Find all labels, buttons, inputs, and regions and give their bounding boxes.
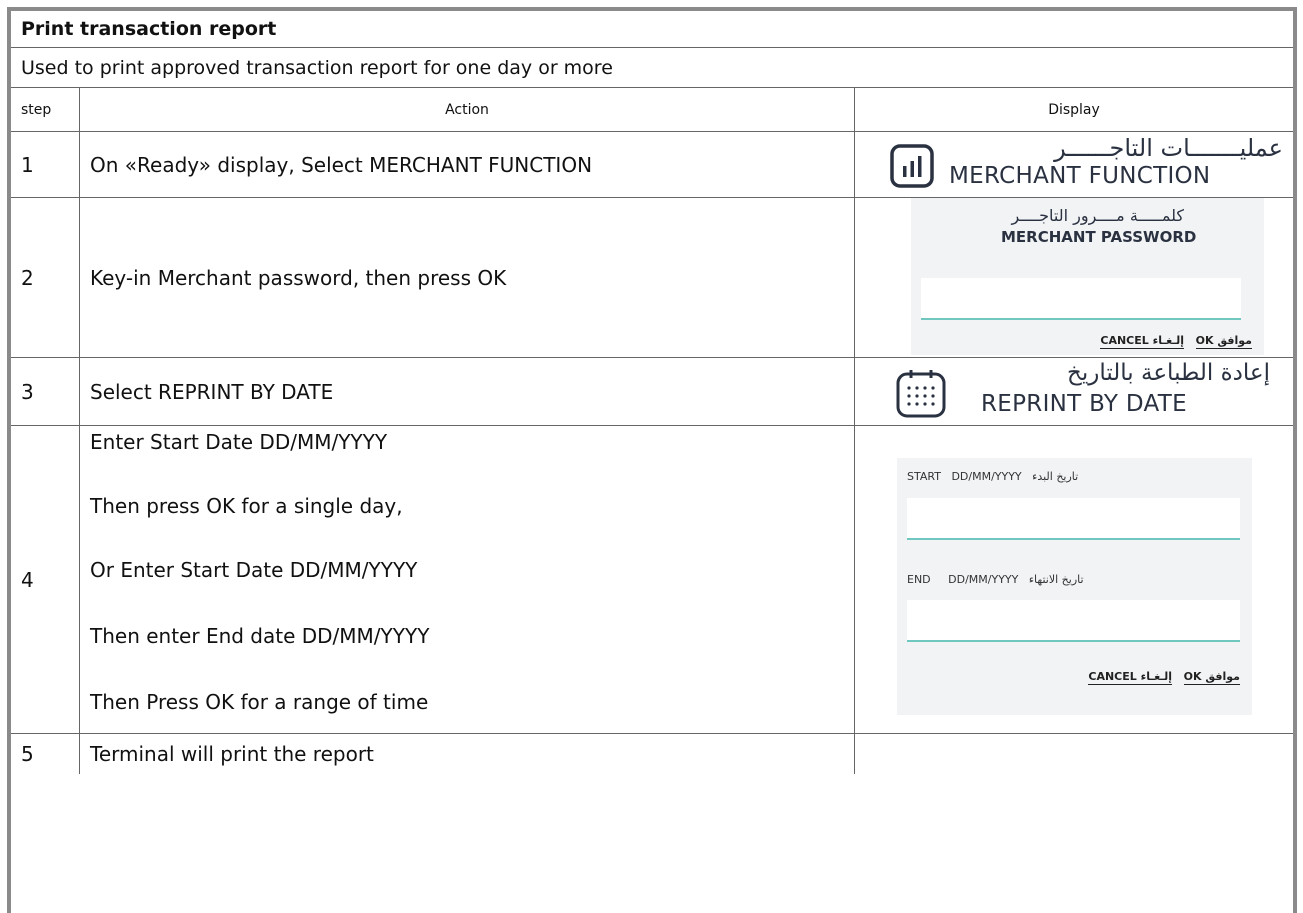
action-line: Then press OK for a single day, [90, 494, 403, 518]
header-display-cell: Display [855, 88, 1293, 131]
step-cell: 5 [11, 734, 80, 774]
merchant-password-arabic: كلمـــــة مــــرور التاجــــر [1011, 206, 1184, 225]
header-step: step [21, 101, 52, 118]
step-cell: 4 [11, 426, 80, 733]
action-text: Key-in Merchant password, then press OK [90, 265, 507, 290]
header-row: step Action Display [11, 88, 1293, 132]
step-number: 4 [21, 567, 34, 592]
step-number: 3 [21, 379, 34, 404]
table-row: 4 Enter Start Date DD/MM/YYYY Then press… [11, 426, 1293, 734]
header-action: Action [445, 101, 489, 118]
cancel-button[interactable]: CANCEL إلـغـاء [1088, 670, 1172, 685]
end-format: DD/MM/YYYY [948, 573, 1019, 586]
reprint-label: REPRINT BY DATE [981, 391, 1187, 417]
step-cell: 1 [11, 132, 80, 197]
merchant-function-label: MERCHANT FUNCTION [949, 163, 1211, 189]
action-text: Select REPRINT BY DATE [90, 379, 334, 404]
step-number: 5 [21, 742, 34, 766]
merchant-password-screen: كلمـــــة مــــرور التاجــــر MERCHANT P… [911, 198, 1264, 355]
action-text: On «Ready» display, Select MERCHANT FUNC… [90, 152, 593, 177]
end-label-row: END DD/MM/YYYY تاريخ الانتهاء [907, 573, 1084, 586]
header-action-cell: Action [80, 88, 855, 131]
password-input[interactable] [921, 278, 1241, 320]
start-arabic: تاريخ البدء [1032, 470, 1079, 483]
display-cell [855, 734, 1293, 774]
action-cell: Key-in Merchant password, then press OK [80, 198, 855, 357]
header-step-cell: step [11, 88, 80, 131]
table-row: 5 Terminal will print the report [11, 734, 1293, 774]
procedure-table: Print transaction report Used to print a… [7, 7, 1297, 913]
description-row: Used to print approved transaction repor… [11, 48, 1293, 88]
title-row: Print transaction report [11, 11, 1293, 48]
table-row: 1 On «Ready» display, Select MERCHANT FU… [11, 132, 1293, 198]
action-line: Then Press OK for a range of time [90, 690, 429, 714]
description: Used to print approved transaction repor… [21, 56, 613, 79]
bar-chart-icon [890, 144, 934, 188]
table-row: 2 Key-in Merchant password, then press O… [11, 198, 1293, 358]
action-cell: Enter Start Date DD/MM/YYYY Then press O… [80, 426, 855, 733]
merchant-password-label: MERCHANT PASSWORD [1001, 228, 1197, 246]
calendar-icon [895, 368, 947, 420]
action-cell: On «Ready» display, Select MERCHANT FUNC… [80, 132, 855, 197]
end-label: END [907, 573, 931, 586]
step-cell: 2 [11, 198, 80, 357]
date-entry-screen: START DD/MM/YYYY تاريخ البدء END DD/MM/Y… [897, 458, 1252, 715]
start-label: START [907, 470, 941, 483]
action-cell: Select REPRINT BY DATE [80, 358, 855, 425]
display-cell: كلمـــــة مــــرور التاجــــر MERCHANT P… [855, 198, 1293, 357]
start-format: DD/MM/YYYY [951, 470, 1022, 483]
action-line: Enter Start Date DD/MM/YYYY [90, 430, 388, 454]
step-number: 2 [21, 265, 34, 290]
merchant-function-arabic: عمليـــــــات التاجــــــر [1054, 134, 1283, 162]
page-title: Print transaction report [21, 18, 277, 40]
end-date-input[interactable] [907, 600, 1240, 642]
action-line: Then enter End date DD/MM/YYYY [90, 624, 430, 648]
ok-button[interactable]: OK موافق [1195, 334, 1252, 349]
cancel-button[interactable]: CANCEL إلـغـاء [1100, 334, 1184, 349]
action-line: Or Enter Start Date DD/MM/YYYY [90, 558, 418, 582]
step-cell: 3 [11, 358, 80, 425]
ok-button[interactable]: OK موافق [1183, 670, 1240, 685]
start-date-input[interactable] [907, 498, 1240, 540]
table-row: 3 Select REPRINT BY DATE إعادة الطباعة ب… [11, 358, 1293, 426]
end-arabic: تاريخ الانتهاء [1028, 573, 1084, 586]
action-cell: Terminal will print the report [80, 734, 855, 774]
display-cell: عمليـــــــات التاجــــــر MERCHANT FUNC… [855, 132, 1293, 197]
display-cell: START DD/MM/YYYY تاريخ البدء END DD/MM/Y… [855, 426, 1293, 733]
reprint-arabic: إعادة الطباعة بالتاريخ [1066, 360, 1270, 386]
header-display: Display [1048, 101, 1100, 118]
display-cell: إعادة الطباعة بالتاريخ REPRINT BY DATE [855, 358, 1293, 425]
action-text: Terminal will print the report [90, 742, 374, 766]
step-number: 1 [21, 152, 34, 177]
start-label-row: START DD/MM/YYYY تاريخ البدء [907, 470, 1078, 483]
